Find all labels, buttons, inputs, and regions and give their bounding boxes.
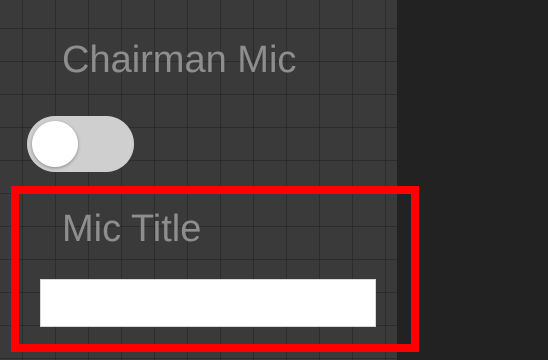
dark-background-area <box>397 0 548 360</box>
chairman-mic-toggle[interactable] <box>27 116 134 172</box>
toggle-knob <box>32 121 78 167</box>
chairman-mic-label: Chairman Mic <box>62 39 297 81</box>
highlight-box <box>11 186 419 352</box>
